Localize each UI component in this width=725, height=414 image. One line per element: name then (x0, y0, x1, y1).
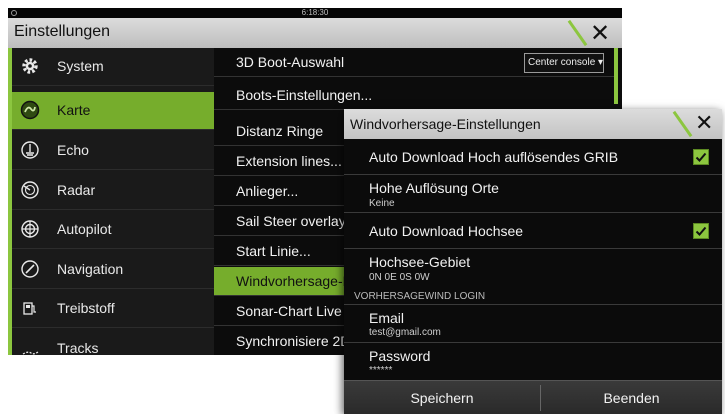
high-resolution-locations-row[interactable]: Hohe Auflösung Orte Keine (344, 175, 722, 213)
option-list-scrollbar[interactable] (614, 48, 618, 104)
offshore-area-row[interactable]: Hochsee-Gebiet 0N 0E 0S 0W (344, 249, 722, 287)
sidebar-item-label: Karte (57, 102, 91, 118)
email-value: test@gmail.com (369, 327, 441, 338)
login-section-header: VORHERSAGEWIND LOGIN (354, 291, 486, 302)
close-icon[interactable]: ✕ (695, 111, 713, 136)
sidebar-item-autopilot[interactable]: Autopilot (8, 211, 214, 249)
sidebar-item-echo[interactable]: Echo (8, 132, 214, 170)
password-value: ****** (369, 365, 393, 376)
option-label: Distanz Ringe (236, 123, 324, 139)
sidebar-item-label: System (57, 58, 104, 74)
boat-type-value: Center console (528, 57, 596, 68)
option-label: Anlieger... (236, 183, 299, 199)
auto-download-offshore-checkbox[interactable] (693, 223, 709, 239)
sidebar-item-label: Radar (57, 182, 96, 198)
wind-forecast-dialog: Windvorhersage-Einstellungen ✕ Auto Down… (344, 109, 722, 414)
dialog-footer: Speichern Beenden (344, 380, 722, 414)
auto-download-offshore-row[interactable]: Auto Download Hochsee (344, 213, 722, 249)
option-3d-boat-selection[interactable]: 3D Boot-Auswahl Center console ▾ (214, 48, 614, 77)
status-bar: 6:18:30 (8, 8, 622, 18)
sidebar-item-label: Navigation (57, 261, 124, 277)
option-label: Sonar-Chart Live Ti (236, 303, 357, 319)
sidebar-item-label: Tracks (57, 340, 99, 355)
password-label: Password (369, 348, 431, 364)
boat-type-select[interactable]: Center console ▾ (524, 53, 604, 73)
option-boat-settings[interactable]: Boots-Einstellungen... (214, 81, 614, 110)
sidebar-item-karte[interactable]: Karte (8, 92, 214, 130)
sidebar-item-label: Autopilot (57, 221, 112, 237)
dialog-title: Windvorhersage-Einstellungen (350, 116, 541, 132)
auto-download-grib-row[interactable]: Auto Download Hoch auflösendes GRIB (344, 139, 722, 175)
sidebar-item-treibstoff[interactable]: Treibstoff (8, 290, 214, 328)
row-label: Hochsee-Gebiet (369, 254, 471, 270)
auto-download-grib-checkbox[interactable] (693, 149, 709, 165)
sidebar-item-tracks[interactable]: Tracks (8, 330, 214, 355)
clock: 6:18:30 (301, 8, 329, 17)
sidebar-item-system[interactable]: System (8, 48, 214, 86)
sidebar-item-radar[interactable]: Radar (8, 172, 214, 210)
sidebar-item-navigation[interactable]: Navigation (8, 251, 214, 289)
row-label: Auto Download Hoch auflösendes GRIB (369, 149, 619, 165)
row-label: Auto Download Hochsee (369, 223, 524, 239)
gear-icon (20, 56, 40, 76)
option-label: Sail Steer overlay (236, 213, 346, 229)
navigation-icon (20, 259, 40, 279)
fuel-icon (20, 298, 40, 318)
echo-icon (20, 140, 40, 160)
autopilot-icon (20, 219, 40, 239)
password-row[interactable]: Password ****** (344, 343, 722, 380)
row-value: Keine (369, 198, 395, 209)
close-icon[interactable]: ✕ (590, 19, 610, 47)
row-value: 0N 0E 0S 0W (369, 272, 430, 283)
accent-slash-icon (567, 19, 588, 47)
close-button[interactable]: Beenden (541, 381, 722, 414)
option-label: Extension lines... (236, 153, 342, 169)
accent-slash-icon (672, 110, 693, 138)
radar-icon (20, 180, 40, 200)
settings-sidebar: System Karte Echo Radar Autopilot Naviga… (8, 48, 214, 355)
email-row[interactable]: Email test@gmail.com (344, 305, 722, 343)
settings-title-bar: Einstellungen ✕ (8, 18, 622, 48)
settings-title: Einstellungen (14, 23, 111, 40)
dropdown-arrow-icon: ▾ (598, 57, 604, 68)
chart-icon (20, 100, 40, 120)
sidebar-item-label: Echo (57, 142, 89, 158)
row-label: Hohe Auflösung Orte (369, 180, 499, 196)
option-label: Boots-Einstellungen... (236, 87, 373, 103)
option-label: Windvorhersage-Ei (236, 273, 356, 289)
save-button[interactable]: Speichern (344, 381, 540, 414)
email-label: Email (369, 310, 405, 326)
tracks-icon (20, 338, 40, 355)
option-label: Start Linie... (236, 243, 311, 259)
sidebar-accent-bar (8, 48, 12, 355)
option-label: 3D Boot-Auswahl (236, 54, 345, 70)
sidebar-item-label: Treibstoff (57, 300, 115, 316)
dialog-title-bar: Windvorhersage-Einstellungen ✕ (344, 109, 722, 139)
